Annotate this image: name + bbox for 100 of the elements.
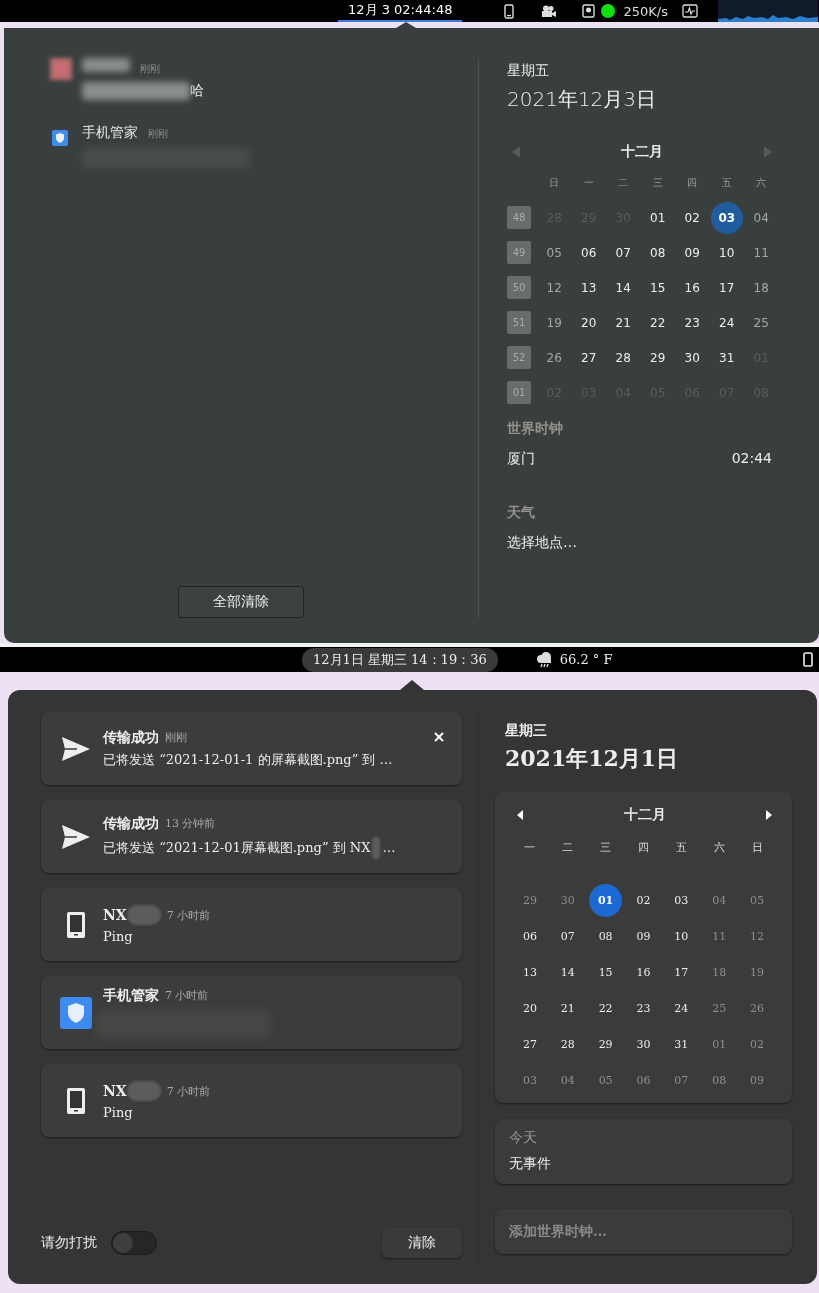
section-heading: 今天	[509, 1129, 538, 1147]
clock-button[interactable]: 12月1日 星期三 14：19：36	[302, 647, 498, 672]
calendar-day[interactable]: 14	[551, 955, 585, 989]
notification-card[interactable]: 手机管家 7 小时前	[41, 976, 462, 1049]
calendar-day[interactable]: 28	[607, 341, 640, 374]
calendar-day[interactable]: 30	[676, 341, 709, 374]
calendar-day[interactable]: 02	[676, 201, 709, 234]
calendar-day[interactable]: 24	[710, 306, 743, 339]
calendar-day[interactable]: 24	[664, 991, 698, 1025]
calendar-day[interactable]: 16	[676, 271, 709, 304]
notification-body: 哈	[190, 82, 204, 100]
weather-icon[interactable]	[535, 652, 552, 667]
calendar-day[interactable]: 27	[513, 1027, 547, 1061]
calendar-day[interactable]: 11	[702, 919, 736, 953]
notification-time: 刚刚	[165, 730, 187, 745]
notification-card[interactable]: 传输成功 刚刚 已将发送 “2021-12-01-1 的屏幕截图.png” 到 …	[41, 712, 462, 785]
next-month-icon[interactable]	[765, 809, 773, 821]
calendar-day[interactable]: 08	[702, 1063, 736, 1097]
notification-title: 手机管家	[103, 986, 159, 1005]
clear-all-button[interactable]: 全部清除	[178, 586, 304, 618]
calendar-day[interactable]: 02	[740, 1027, 774, 1061]
phone-icon	[66, 1086, 86, 1115]
calendar-day[interactable]: 23	[676, 306, 709, 339]
week-number: 51	[507, 311, 531, 334]
calendar-day[interactable]: 07	[607, 236, 640, 269]
calendar-day[interactable]: 18	[702, 955, 736, 989]
notification-card[interactable]: NX 7 小时前 Ping	[41, 1064, 462, 1137]
calendar-day[interactable]: 06	[627, 1063, 660, 1097]
temperature: 66.2 ° F	[559, 652, 613, 667]
calendar-day[interactable]: 17	[710, 271, 743, 304]
notification-card[interactable]: 传输成功 13 分钟前 已将发送 “2021-12-01屏幕截图.png” 到 NX …	[41, 800, 462, 873]
calendar-day[interactable]: 17	[664, 955, 698, 989]
monitor-icon[interactable]	[681, 4, 698, 18]
calendar-day[interactable]: 01	[589, 883, 623, 917]
calendar-day[interactable]: 13	[513, 955, 547, 989]
notification-title: 传输成功	[103, 814, 159, 833]
calendar-day[interactable]: 19	[538, 306, 571, 339]
calendar-day[interactable]: 20	[572, 306, 605, 339]
calendar-day[interactable]: 20	[513, 991, 547, 1025]
calendar-day[interactable]: 22	[641, 306, 674, 339]
notification-card[interactable]: NX 7 小时前 Ping	[41, 888, 462, 961]
calendar-day[interactable]: 13	[572, 271, 605, 304]
calendar-day[interactable]: 08	[641, 236, 674, 269]
calendar-day[interactable]: 23	[627, 991, 660, 1025]
phone-icon[interactable]	[504, 3, 515, 19]
calendar-day[interactable]: 29	[513, 883, 547, 917]
calendar-day[interactable]: 21	[607, 306, 640, 339]
events-card[interactable]: 今天 无事件	[495, 1119, 792, 1184]
calendar-day[interactable]: 15	[641, 271, 674, 304]
avatar-blur	[50, 58, 72, 80]
calendar-day[interactable]: 30	[551, 883, 585, 917]
calendar-day[interactable]: 06	[513, 919, 547, 953]
calendar-day[interactable]: 10	[710, 236, 743, 269]
calendar-day[interactable]: 03	[664, 883, 698, 917]
calendar-day[interactable]: 21	[551, 991, 585, 1025]
calendar-day[interactable]: 04	[551, 1063, 585, 1097]
calendar-day[interactable]: 29	[589, 1027, 623, 1061]
calendar-day[interactable]: 15	[589, 955, 623, 989]
calendar-day[interactable]: 28	[551, 1027, 585, 1061]
calendar-day[interactable]: 25	[745, 306, 778, 339]
calendar-day[interactable]: 05	[538, 236, 571, 269]
previous-month-icon[interactable]	[516, 809, 524, 821]
choose-location-link[interactable]: 选择地点…	[507, 534, 819, 552]
calendar-day[interactable]: 12	[538, 271, 571, 304]
calendar-day[interactable]: 03	[513, 1063, 547, 1097]
send-icon	[61, 823, 91, 850]
calendar-day[interactable]: 07	[551, 919, 585, 953]
calendar-day[interactable]: 27	[572, 341, 605, 374]
calendar-day[interactable]: 01	[702, 1027, 736, 1061]
calendar-day[interactable]: 06	[572, 236, 605, 269]
weekday-header: 四	[638, 840, 649, 855]
calendar-day[interactable]: 18	[745, 271, 778, 304]
calendar-day[interactable]: 04	[702, 883, 736, 917]
do-not-disturb-switch[interactable]	[111, 1231, 157, 1255]
calendar-day[interactable]: 01	[641, 201, 674, 234]
calendar-day[interactable]: 03	[710, 201, 743, 234]
calendar-day[interactable]: 09	[740, 1063, 774, 1097]
calendar-day[interactable]: 31	[664, 1027, 698, 1061]
calendar-day[interactable]: 05	[589, 1063, 623, 1097]
calendar-day[interactable]: 05	[740, 883, 774, 917]
network-speed: 250K/s	[623, 3, 668, 19]
phone-icon[interactable]	[803, 652, 813, 667]
calendar-day[interactable]: 09	[627, 919, 660, 953]
calendar-day[interactable]: 08	[589, 919, 623, 953]
close-icon[interactable]	[434, 732, 444, 742]
calendar-day[interactable]: 11	[745, 236, 778, 269]
calendar-day[interactable]: 14	[607, 271, 640, 304]
calendar-day[interactable]: 10	[664, 919, 698, 953]
date-heading: 2021年12月1日	[505, 744, 680, 773]
calendar-day[interactable]: 16	[627, 955, 660, 989]
calendar-day[interactable]: 29	[641, 341, 674, 374]
calendar-day[interactable]: 31	[710, 341, 743, 374]
camera-icon[interactable]	[540, 4, 557, 18]
calendar-day[interactable]: 04	[745, 201, 778, 234]
clear-button[interactable]: 清除	[382, 1228, 462, 1258]
calendar-day[interactable]: 22	[589, 991, 623, 1025]
calendar-day[interactable]: 09	[676, 236, 709, 269]
calendar-day[interactable]: 30	[627, 1027, 660, 1061]
calendar-day[interactable]: 02	[627, 883, 660, 917]
calendar-day[interactable]: 26	[538, 341, 571, 374]
